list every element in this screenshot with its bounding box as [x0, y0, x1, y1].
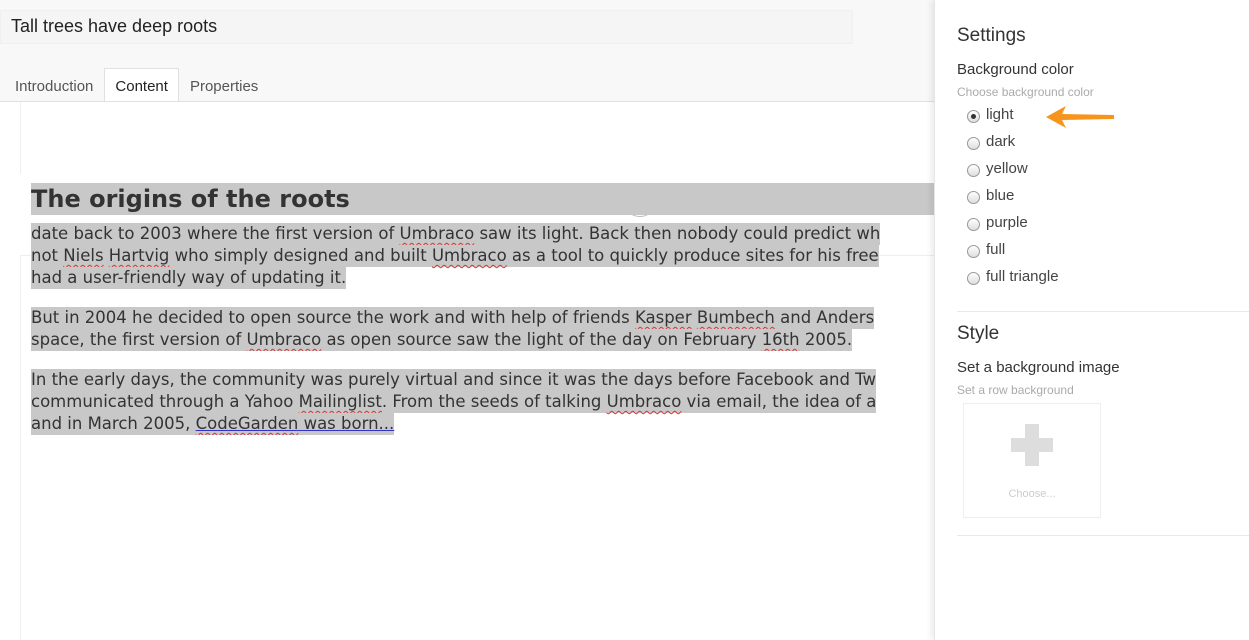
paragraph-line: not Niels Hartvig who simply designed an…	[31, 245, 879, 267]
radio-button[interactable]	[967, 191, 980, 204]
section-divider	[957, 311, 1249, 312]
background-color-label: Background color	[957, 61, 1074, 78]
settings-panel: Settings Background color Choose backgro…	[934, 0, 1249, 640]
radio-label: full	[986, 241, 1006, 258]
style-title: Style	[957, 323, 1000, 344]
radio-label: yellow	[986, 160, 1028, 177]
radio-option-dark[interactable]: dark	[967, 128, 1059, 155]
tab-introduction[interactable]: Introduction	[0, 68, 104, 102]
radio-label: blue	[986, 187, 1015, 204]
tab-content[interactable]: Content	[104, 68, 179, 103]
paragraph-1: date back to 2003 where the first versio…	[31, 223, 934, 289]
radio-label: dark	[986, 133, 1016, 150]
radio-button[interactable]	[967, 164, 980, 177]
page-title-input[interactable]: Tall trees have deep roots	[0, 10, 853, 44]
paragraph-line: and in March 2005, CodeGarden was born..…	[31, 413, 395, 435]
editor-header: Tall trees have deep roots Introduction …	[0, 0, 934, 103]
paragraph-line: date back to 2003 where the first versio…	[31, 223, 881, 245]
radio-option-full-triangle[interactable]: full triangle	[967, 263, 1059, 290]
radio-label: light	[986, 106, 1014, 123]
radio-option-purple[interactable]: purple	[967, 209, 1059, 236]
radio-button[interactable]	[967, 218, 980, 231]
content-heading: The origins of the roots	[31, 183, 934, 215]
paragraph-line: had a user-friendly way of updating it.	[31, 267, 347, 289]
codegarden-link[interactable]: CodeGarden was born...	[196, 414, 395, 433]
empty-grid-cell[interactable]	[20, 102, 934, 174]
radio-option-blue[interactable]: blue	[967, 182, 1059, 209]
paragraph-2: But in 2004 he decided to open source th…	[31, 307, 934, 351]
paragraph-3: In the early days, the community was pur…	[31, 369, 934, 435]
radio-label: purple	[986, 214, 1028, 231]
background-image-label: Set a background image	[957, 359, 1120, 376]
paragraph-line: space, the first version of Umbraco as o…	[31, 329, 853, 351]
orange-arrow-icon	[1046, 106, 1114, 128]
section-divider	[957, 535, 1249, 536]
radio-option-full[interactable]: full	[967, 236, 1059, 263]
add-image-icon-bar	[1011, 438, 1053, 452]
background-color-description: Choose background color	[957, 85, 1094, 99]
radio-button[interactable]	[967, 110, 980, 123]
radio-button[interactable]	[967, 272, 980, 285]
radio-button[interactable]	[967, 137, 980, 150]
paragraph-line: communicated through a Yahoo Mailinglist…	[31, 391, 877, 413]
radio-button[interactable]	[967, 245, 980, 258]
tab-bar: Introduction Content Properties	[0, 68, 269, 103]
background-image-picker[interactable]: Choose...	[963, 403, 1101, 518]
settings-title: Settings	[957, 25, 1026, 46]
paragraph-line: In the early days, the community was pur…	[31, 369, 877, 391]
background-image-description: Set a row background	[957, 383, 1074, 397]
radio-label: full triangle	[986, 268, 1059, 285]
choose-image-label: Choose...	[1008, 488, 1056, 500]
paragraph-line: But in 2004 he decided to open source th…	[31, 307, 875, 329]
rich-text-editor[interactable]: The origins of the roots date back to 20…	[31, 183, 934, 453]
tab-properties[interactable]: Properties	[179, 68, 269, 102]
radio-option-yellow[interactable]: yellow	[967, 155, 1059, 182]
